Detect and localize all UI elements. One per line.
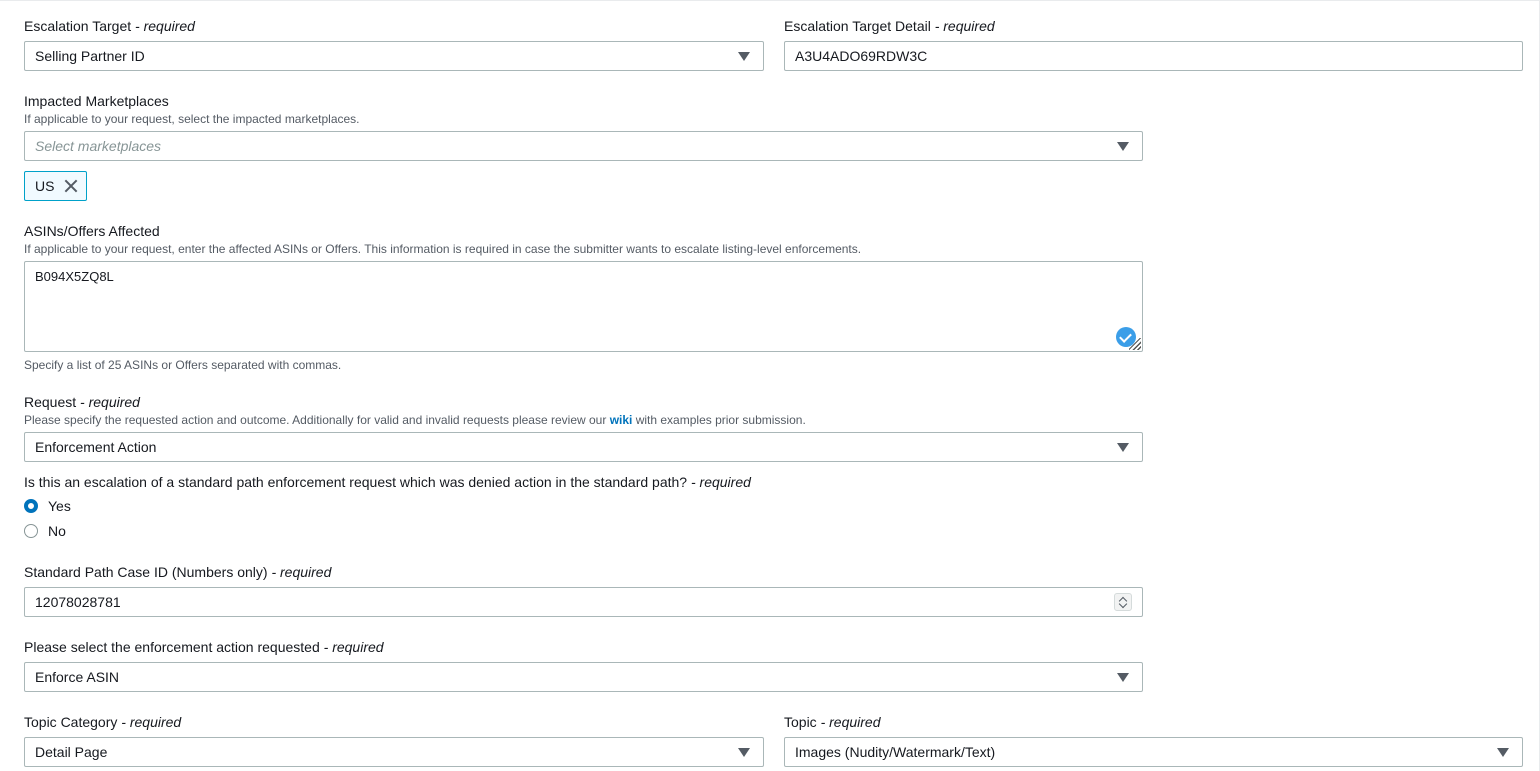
request-select[interactable]: Enforcement Action (24, 432, 1143, 462)
escalation-target-select[interactable]: Selling Partner ID (24, 41, 764, 71)
escalation-question-text: Is this an escalation of a standard path… (24, 474, 688, 490)
escalation-target-label: Escalation Target - required (24, 17, 195, 35)
topic-label: Topic - required (784, 713, 881, 731)
topic-select[interactable]: Images (Nudity/Watermark/Text) (784, 737, 1523, 767)
request-label-text: Request (24, 394, 77, 410)
required-marker: - required (131, 18, 195, 34)
escalation-target-value: Selling Partner ID (35, 48, 145, 64)
required-marker: - required (319, 639, 384, 655)
escalation-question-label: Is this an escalation of a standard path… (24, 473, 751, 491)
token-label: US (35, 178, 55, 194)
caret-down-icon (1117, 142, 1129, 151)
topic-category-select[interactable]: Detail Page (24, 737, 764, 767)
topic-category-value: Detail Page (35, 744, 108, 760)
wiki-link[interactable]: wiki (610, 413, 633, 427)
topic-label-text: Topic (784, 714, 817, 730)
required-marker: - required (930, 18, 995, 34)
impacted-marketplaces-label: Impacted Marketplaces (24, 93, 169, 109)
number-spinner-icon[interactable] (1114, 593, 1132, 611)
top-divider (0, 0, 1540, 1)
remove-token-icon[interactable] (64, 179, 78, 193)
asins-description: If applicable to your request, enter the… (24, 242, 862, 256)
topic-category-label-text: Topic Category (24, 714, 118, 730)
case-id-label: Standard Path Case ID (Numbers only) - r… (24, 563, 331, 581)
caret-down-icon (1497, 748, 1509, 757)
escalation-target-detail-label: Escalation Target Detail - required (784, 17, 995, 35)
radio-option-yes[interactable]: Yes (24, 498, 71, 514)
impacted-marketplaces-description: If applicable to your request, select th… (24, 112, 360, 126)
asins-constraint: Specify a list of 25 ASINs or Offers sep… (24, 358, 342, 372)
enforcement-action-label-text: Please select the enforcement action req… (24, 639, 320, 655)
enforcement-action-label: Please select the enforcement action req… (24, 638, 384, 656)
radio-option-no[interactable]: No (24, 523, 66, 539)
asins-label: ASINs/Offers Affected (24, 223, 160, 239)
enforcement-action-value: Enforce ASIN (35, 669, 120, 685)
escalation-target-detail-label-text: Escalation Target Detail (784, 18, 931, 34)
radio-yes-label: Yes (48, 498, 71, 514)
required-marker: - required (816, 714, 881, 730)
case-id-value: 12078028781 (35, 594, 121, 610)
caret-down-icon (1117, 443, 1129, 452)
enforcement-action-select[interactable]: Enforce ASIN (24, 662, 1143, 692)
marketplaces-placeholder: Select marketplaces (35, 138, 162, 154)
marketplaces-multiselect[interactable]: Select marketplaces (24, 131, 1143, 161)
caret-down-icon (738, 748, 750, 757)
caret-down-icon (1117, 673, 1129, 682)
escalation-target-label-text: Escalation Target (24, 18, 132, 34)
escalation-target-detail-value: A3U4ADO69RDW3C (795, 48, 928, 64)
case-id-number-input[interactable]: 12078028781 (24, 587, 1143, 617)
topic-value: Images (Nudity/Watermark/Text) (795, 744, 996, 760)
request-label: Request - required (24, 393, 140, 411)
asins-value: B094X5ZQ8L (35, 269, 114, 284)
request-description-text-end: with examples prior submission. (632, 413, 806, 427)
request-description: Please specify the requested action and … (24, 412, 806, 428)
required-marker: - required (76, 394, 140, 410)
required-marker: - required (267, 564, 332, 580)
radio-unselected-icon[interactable] (24, 524, 38, 538)
required-marker: - required (687, 474, 751, 490)
caret-down-icon (738, 52, 750, 61)
radio-no-label: No (48, 523, 66, 539)
escalation-target-detail-input[interactable]: A3U4ADO69RDW3C (784, 41, 1523, 71)
request-value: Enforcement Action (35, 439, 157, 455)
radio-selected-icon[interactable] (24, 499, 38, 513)
asins-textarea[interactable]: B094X5ZQ8L (24, 261, 1143, 352)
request-description-text: Please specify the requested action and … (24, 413, 610, 427)
case-id-label-text: Standard Path Case ID (Numbers only) (24, 564, 268, 580)
topic-category-label: Topic Category - required (24, 713, 181, 731)
required-marker: - required (117, 714, 182, 730)
marketplace-token-us: US (24, 171, 88, 201)
resize-handle-icon[interactable] (1129, 338, 1141, 350)
